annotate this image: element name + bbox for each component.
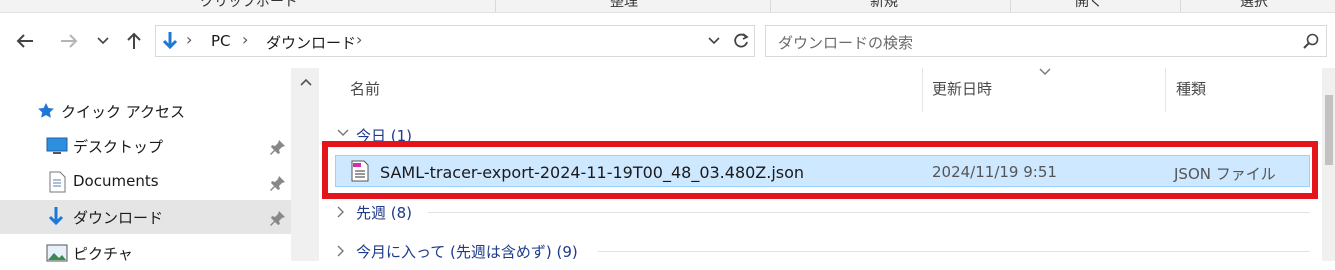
sidebar-item-label: ダウンロード [73,209,164,227]
scroll-up-icon [300,78,312,86]
group-header-last-week[interactable]: 先週 (8) [356,202,412,222]
search-placeholder[interactable]: ダウンロードの検索 [778,32,913,53]
ribbon-group-clipboard: クリップボード [200,0,298,10]
column-header-type[interactable]: 種類 [1176,78,1206,99]
search-icon[interactable] [1303,33,1319,49]
breadcrumb-separator-icon[interactable]: › [356,30,362,49]
back-arrow-icon [16,34,33,48]
address-history-dropdown-icon[interactable] [708,37,720,45]
column-divider[interactable] [1165,68,1166,112]
documents-icon [49,171,66,193]
sidebar-item-label: Documents [73,172,159,190]
up-arrow-icon [127,32,141,49]
group-header-this-month[interactable]: 今月に入って (先週は含めず) (9) [356,241,578,261]
sort-descending-icon [1039,68,1051,75]
pin-icon[interactable] [270,210,286,226]
download-icon [48,207,64,226]
back-button[interactable] [12,28,38,54]
group-divider [428,212,1310,213]
column-header-date[interactable]: 更新日時 [932,78,992,99]
navigation-pane-scrollbar[interactable] [291,68,319,261]
sidebar-item-desktop[interactable]: デスクトップ [0,129,291,163]
column-header-name[interactable]: 名前 [350,78,380,99]
breadcrumb-pc[interactable]: PC [211,32,231,50]
sidebar-item-documents[interactable]: Documents [0,165,291,199]
column-divider[interactable] [922,68,923,112]
up-button[interactable] [121,28,147,54]
quick-access-item[interactable]: クイック アクセス [0,92,291,126]
chevron-down-icon [97,37,109,45]
breadcrumb-separator-icon[interactable]: › [242,30,248,49]
group-expand-icon[interactable] [337,206,345,218]
search-box[interactable]: ダウンロードの検索 [765,25,1327,57]
breadcrumb-downloads[interactable]: ダウンロード [266,32,356,53]
group-expand-icon[interactable] [337,245,345,257]
star-icon [38,103,54,118]
sidebar-item-pictures[interactable]: ピクチャ [0,236,291,270]
navigation-pane: クイック アクセス デスクトップ Documents ダウンロード ピクチャ [0,68,291,263]
download-arrow-icon [162,32,178,50]
recent-locations-button[interactable] [92,28,114,54]
forward-arrow-icon [61,34,78,48]
ribbon-group-new: 新規 [870,0,898,10]
highlight-annotation-box [322,141,1318,199]
scrollbar-thumb[interactable] [1325,95,1333,165]
ribbon-group-organize: 整理 [610,0,638,10]
ribbon-group-open: 開く [1075,0,1103,10]
sidebar-item-downloads[interactable]: ダウンロード [0,200,291,234]
address-bar[interactable]: › PC › ダウンロード › [155,25,755,57]
desktop-icon [46,137,68,154]
group-divider [598,251,1310,252]
pin-icon[interactable] [270,139,286,155]
ribbon-strip: クリップボード 整理 新規 開く 選択 [0,0,1335,13]
ribbon-group-select: 選択 [1240,0,1268,10]
quick-access-label: クイック アクセス [61,103,186,121]
forward-button[interactable] [56,28,82,54]
pin-icon[interactable] [270,175,286,191]
refresh-icon[interactable] [732,32,750,50]
group-collapse-icon[interactable] [337,129,349,137]
sidebar-item-label: デスクトップ [73,138,164,156]
pictures-icon [46,244,68,262]
breadcrumb-separator-icon[interactable]: › [186,30,192,49]
